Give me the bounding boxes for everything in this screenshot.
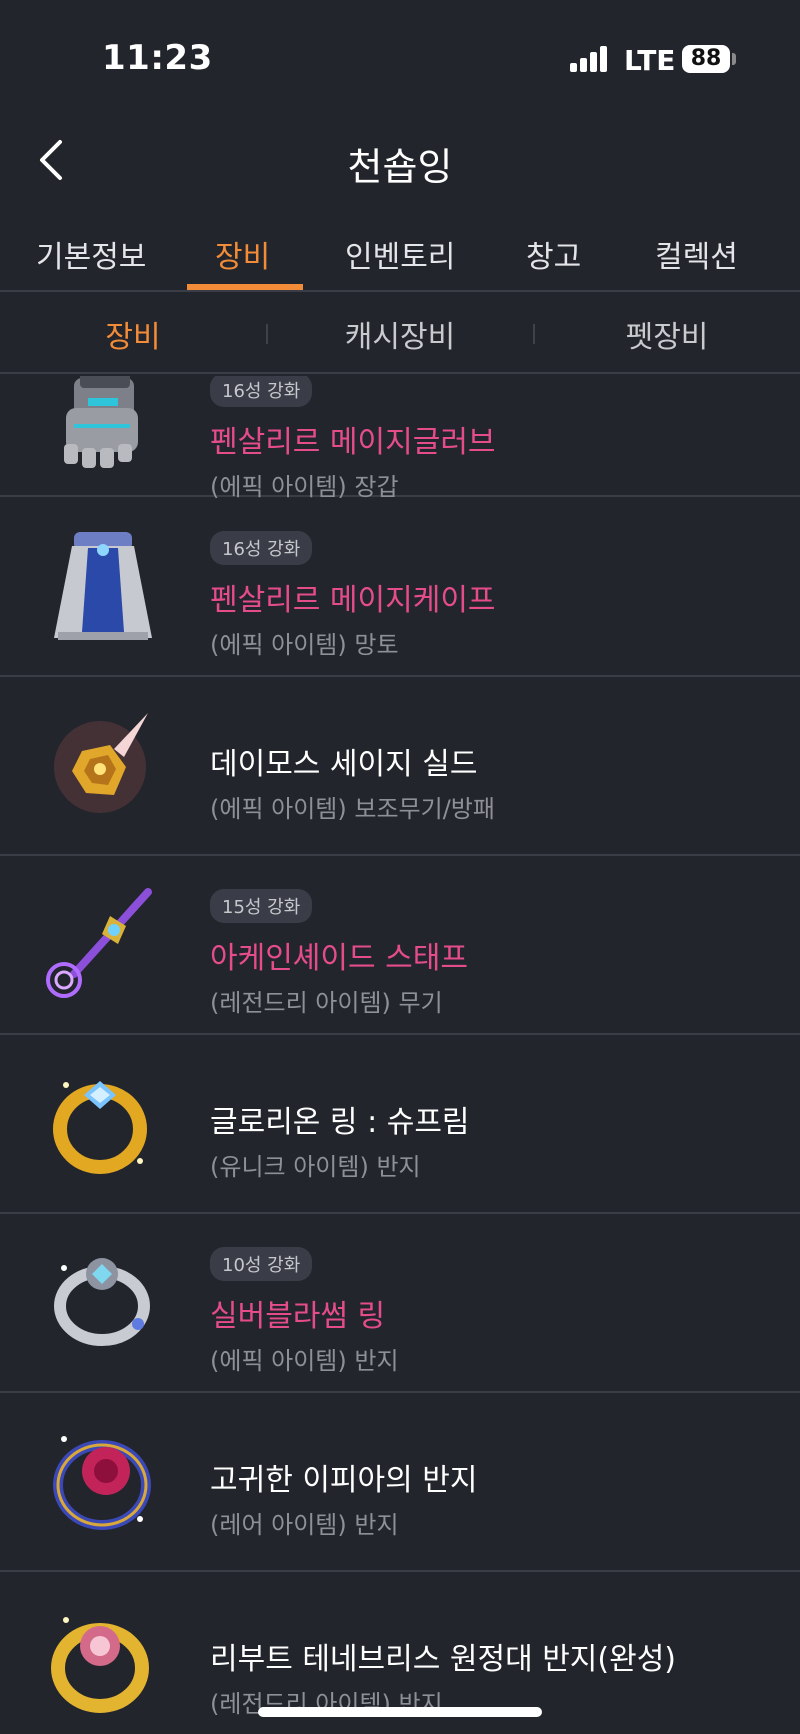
item-category: (에픽 아이템) 보조무기/방패 [210, 795, 495, 823]
item-name: 아케인셰이드 스태프 [210, 941, 468, 976]
list-item[interactable]: 16성 강화 펜살리르 메이지글러브 (에픽 아이템) 장갑 [0, 376, 800, 501]
ring-icon [53, 1081, 147, 1174]
tab-basic-info[interactable]: 기본정보 [36, 232, 146, 276]
nav-header: 천숍잉 [0, 120, 800, 200]
item-name: 데이모스 세이지 실드 [210, 747, 478, 782]
glove-icon [64, 376, 138, 468]
home-indicator[interactable] [258, 1707, 542, 1717]
enhance-badge: 16성 강화 [210, 531, 313, 565]
shield-icon [54, 713, 148, 813]
list-item[interactable]: 16성 강화 펜살리르 메이지케이프 (에픽 아이템) 망토 [0, 498, 800, 677]
ring-icon [51, 1617, 149, 1713]
enhance-badge: 16성 강화 [210, 376, 313, 407]
staff-icon [46, 888, 152, 998]
subtab-equipment[interactable]: 장비 [0, 312, 266, 356]
sub-tab-bar: 장비 캐시장비 펫장비 [0, 294, 800, 374]
item-name: 글로리온 링 : 슈프림 [210, 1105, 470, 1140]
tab-inventory[interactable]: 인벤토리 [345, 232, 455, 276]
tab-collection[interactable]: 컬렉션 [655, 232, 738, 276]
item-category: (에픽 아이템) 반지 [210, 1347, 399, 1375]
list-item[interactable]: 고귀한 이피아의 반지 (레어 아이템) 반지 [0, 1393, 800, 1572]
list-item[interactable]: 글로리온 링 : 슈프림 (유니크 아이템) 반지 [0, 1035, 800, 1214]
battery-icon: 88 [682, 45, 730, 73]
item-name: 펜살리르 메이지케이프 [210, 583, 496, 618]
status-bar: 11:23 LTE 88 [0, 0, 800, 120]
equipment-list: 16성 강화 펜살리르 메이지글러브 (에픽 아이템) 장갑 16성 강화 펜살… [0, 376, 800, 1734]
list-item[interactable]: 데이모스 세이지 실드 (에픽 아이템) 보조무기/방패 [0, 677, 800, 856]
subtab-pet-equipment[interactable]: 펫장비 [534, 312, 800, 356]
page-title: 천숍잉 [347, 145, 453, 189]
active-tab-indicator [187, 284, 303, 290]
item-name: 펜살리르 메이지글러브 [210, 425, 496, 460]
list-item[interactable]: 10성 강화 실버블라썸 링 (에픽 아이템) 반지 [0, 1214, 800, 1393]
item-name: 고귀한 이피아의 반지 [210, 1463, 478, 1498]
network-type: LTE [624, 44, 676, 77]
signal-icon [570, 46, 610, 72]
item-category: (에픽 아이템) 장갑 [210, 473, 399, 501]
item-name: 리부트 테네브리스 원정대 반지(완성) [210, 1642, 677, 1677]
tab-storage[interactable]: 창고 [526, 232, 581, 276]
cape-icon [54, 532, 152, 640]
item-name: 실버블라썸 링 [210, 1299, 386, 1334]
enhance-badge: 15성 강화 [210, 889, 313, 923]
enhance-badge: 10성 강화 [210, 1247, 313, 1281]
status-time: 11:23 [102, 38, 213, 78]
ring-icon [53, 1436, 151, 1530]
item-category: (레전드리 아이템) 무기 [210, 989, 443, 1017]
tab-equipment[interactable]: 장비 [215, 232, 270, 276]
subtab-cash-equipment[interactable]: 캐시장비 [267, 312, 533, 356]
main-tab-bar: 기본정보 장비 인벤토리 창고 컬렉션 [0, 222, 800, 292]
item-category: (레어 아이템) 반지 [210, 1511, 399, 1539]
list-item[interactable]: 15성 강화 아케인셰이드 스태프 (레전드리 아이템) 무기 [0, 856, 800, 1035]
ring-icon [54, 1258, 150, 1346]
item-category: (에픽 아이템) 망토 [210, 631, 399, 659]
item-category: (유니크 아이템) 반지 [210, 1153, 421, 1181]
battery-cap [732, 53, 736, 65]
